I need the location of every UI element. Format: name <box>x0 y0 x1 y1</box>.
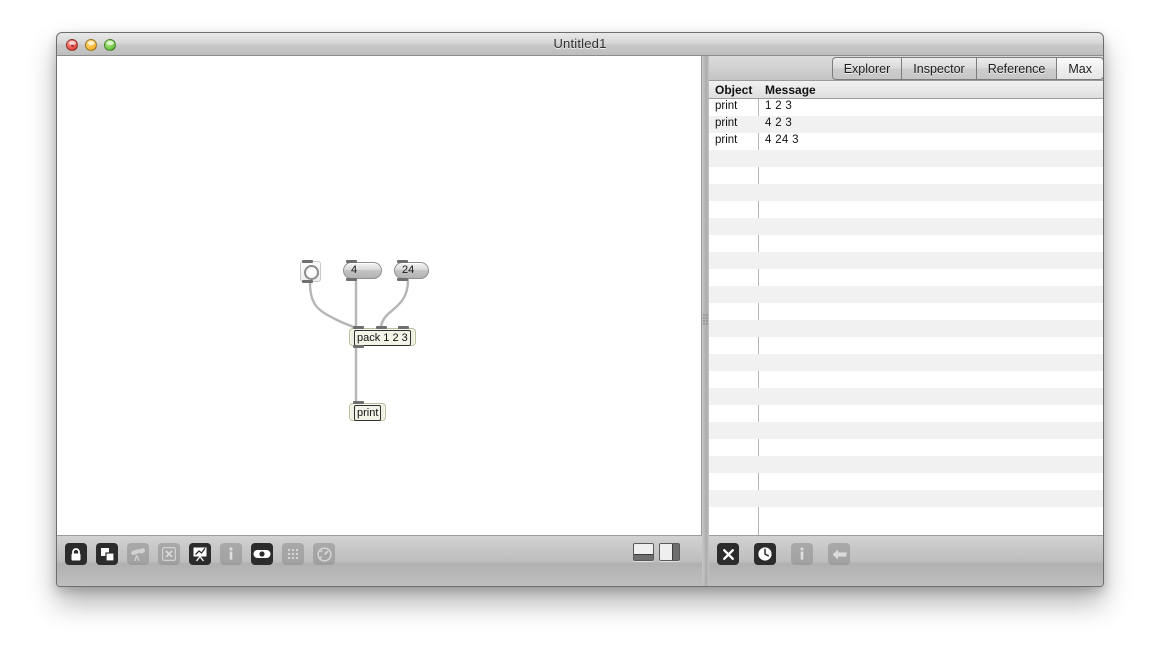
max-patcher-window: Untitled1 4 24 pack 1 2 3 print Explorer… <box>56 32 1104 587</box>
row-message: 1 2 3 <box>765 100 793 112</box>
gauge-icon <box>313 543 335 565</box>
inlet-nub <box>302 260 313 263</box>
easel-icon[interactable] <box>189 543 211 565</box>
window-title: Untitled1 <box>553 36 607 51</box>
table-row-empty <box>709 456 1103 473</box>
window-titlebar[interactable]: Untitled1 <box>57 33 1103 56</box>
patcher-pane: 4 24 pack 1 2 3 print <box>57 56 702 586</box>
table-row-empty <box>709 269 1103 286</box>
tab-inspector[interactable]: Inspector <box>901 57 976 80</box>
pack-object-label: pack 1 2 3 <box>354 330 411 346</box>
number-box-4[interactable]: 4 <box>343 260 382 281</box>
pill-icon[interactable] <box>251 543 273 565</box>
screen: Untitled1 4 24 pack 1 2 3 print Explorer… <box>0 0 1160 662</box>
inlet-nub-0 <box>353 401 364 404</box>
table-row-empty <box>709 218 1103 235</box>
inlet-nub-0 <box>353 326 364 329</box>
table-row-empty <box>709 405 1103 422</box>
table-row-empty <box>709 473 1103 490</box>
table-row-empty <box>709 371 1103 388</box>
table-row[interactable]: print 4 24 3 <box>709 133 1103 150</box>
table-row-empty <box>709 337 1103 354</box>
table-row-empty <box>709 252 1103 269</box>
number-box-value: 4 <box>351 264 358 276</box>
tab-explorer[interactable]: Explorer <box>831 57 902 80</box>
pack-object[interactable]: pack 1 2 3 <box>349 326 416 348</box>
table-row-empty <box>709 235 1103 252</box>
table-row-empty <box>709 439 1103 456</box>
table-row-empty <box>709 303 1103 320</box>
inlet-nub-2 <box>398 326 409 329</box>
print-object[interactable]: print <box>349 401 387 421</box>
tab-max[interactable]: Max <box>1056 57 1103 80</box>
console-message-list[interactable]: print 1 2 3 print 4 2 3 print 4 24 3 <box>709 99 1103 535</box>
console-toolbar <box>709 535 1103 586</box>
table-row-empty <box>709 286 1103 303</box>
telescope-icon <box>127 543 149 565</box>
number-box-24[interactable]: 24 <box>394 260 429 281</box>
bang-circle-icon <box>304 265 319 280</box>
table-row-empty <box>709 184 1103 201</box>
table-row-empty <box>709 167 1103 184</box>
presentation-mode-icon[interactable] <box>96 543 118 565</box>
table-row-empty <box>709 422 1103 439</box>
table-row-empty <box>709 388 1103 405</box>
number-box-value: 24 <box>402 264 415 276</box>
row-message: 4 2 3 <box>765 117 793 129</box>
console-tabs: Explorer Inspector Reference Max <box>831 57 1103 80</box>
console-pane: Explorer Inspector Reference Max Object … <box>709 56 1103 586</box>
split-horizontal-icon[interactable] <box>633 543 654 561</box>
outlet-nub <box>302 280 313 283</box>
column-header-object: Object <box>715 83 753 97</box>
back-arrow-icon <box>828 543 850 565</box>
splitter-grip-icon <box>703 314 708 325</box>
bang-object[interactable] <box>300 260 321 283</box>
patcher-toolbar <box>57 535 702 586</box>
row-message: 4 24 3 <box>765 134 799 146</box>
outlet-nub-0 <box>353 345 364 348</box>
patcher-toolbar-icons <box>65 543 335 565</box>
patcher-layout-buttons <box>633 543 680 561</box>
info-icon <box>791 543 813 565</box>
clear-console-icon[interactable] <box>717 543 739 565</box>
row-object: print <box>715 100 738 112</box>
print-object-label: print <box>354 405 382 421</box>
table-row[interactable]: print 4 2 3 <box>709 116 1103 133</box>
table-row-empty <box>709 201 1103 218</box>
table-row-empty <box>709 354 1103 371</box>
lock-icon[interactable] <box>65 543 87 565</box>
column-header-message: Message <box>765 83 816 97</box>
table-row-empty <box>709 320 1103 337</box>
table-row-empty <box>709 490 1103 507</box>
inlet-nub-1 <box>376 326 387 329</box>
clock-icon[interactable] <box>754 543 776 565</box>
console-tabbar: Explorer Inspector Reference Max <box>709 56 1103 81</box>
table-row-empty <box>709 150 1103 167</box>
console-toolbar-icons <box>717 543 850 565</box>
window-body: 4 24 pack 1 2 3 print Explorer Inspector… <box>57 56 1103 586</box>
console-column-header: Object Message <box>709 81 1103 99</box>
close-x-icon <box>158 543 180 565</box>
table-row[interactable]: print 1 2 3 <box>709 99 1103 116</box>
outlet-nub <box>397 278 408 281</box>
grid-dots-icon <box>282 543 304 565</box>
inlet-nub <box>346 260 357 263</box>
row-object: print <box>715 134 738 146</box>
row-object: print <box>715 117 738 129</box>
split-vertical-icon[interactable] <box>659 543 680 561</box>
tab-reference[interactable]: Reference <box>975 57 1057 80</box>
info-icon <box>220 543 242 565</box>
outlet-nub <box>346 278 357 281</box>
inlet-nub <box>397 260 408 263</box>
patcher-canvas[interactable]: 4 24 pack 1 2 3 print <box>57 56 702 535</box>
patch-cables <box>308 278 410 405</box>
pane-splitter[interactable] <box>702 56 709 586</box>
